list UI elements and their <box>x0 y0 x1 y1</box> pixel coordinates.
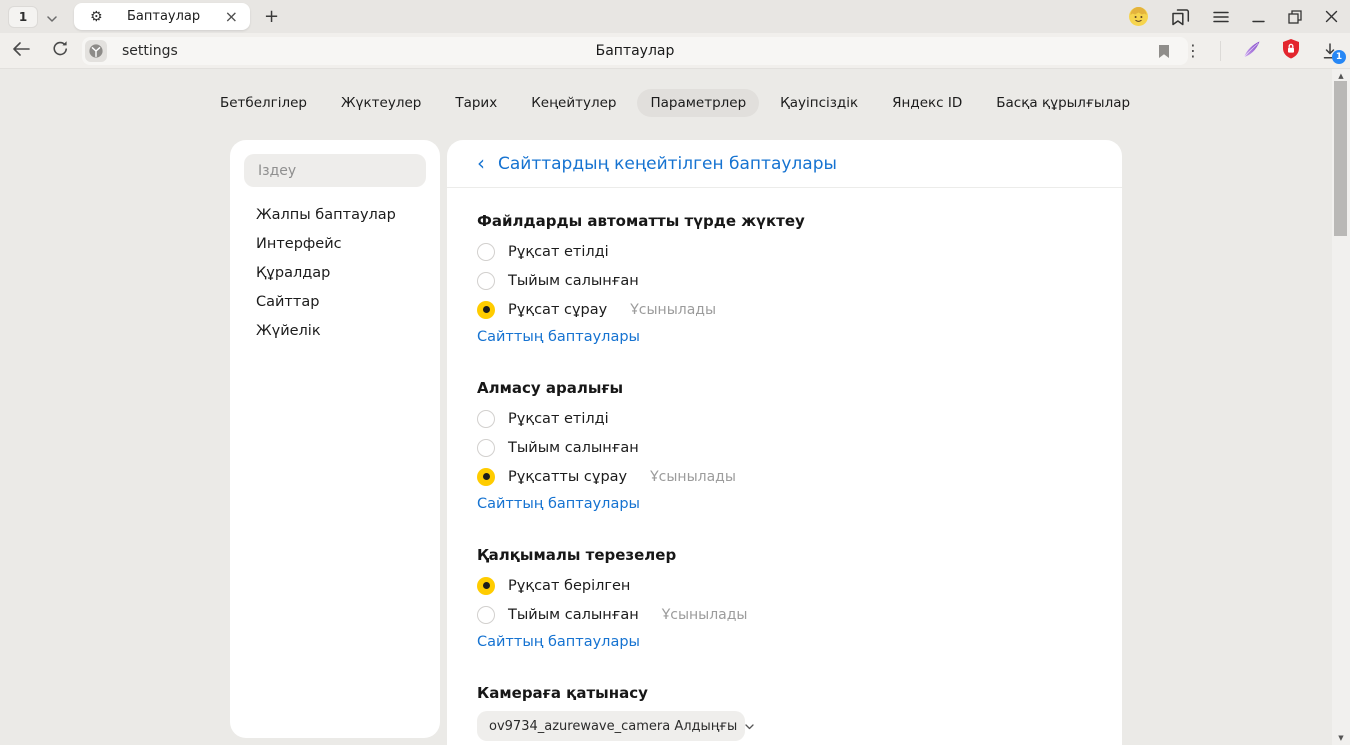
option-label: Рұқсат сұрау <box>508 302 607 318</box>
camera-device-dropdown[interactable]: ov9734_azurewave_camera Алдыңғы <box>477 711 745 741</box>
section-title: Файлдарды автоматты түрде жүктеу <box>477 212 1092 230</box>
bookmark-flag-icon[interactable] <box>1158 44 1170 63</box>
camera-device-value: ov9734_azurewave_camera Алдыңғы <box>489 719 737 734</box>
window-close-button[interactable] <box>1325 10 1338 23</box>
site-settings-link[interactable]: Сайттың баптаулары <box>477 329 640 345</box>
option-label: Тыйым салынған <box>508 273 639 289</box>
sidebar-search-input[interactable] <box>244 154 426 187</box>
option-label: Тыйым салынған <box>508 607 639 623</box>
tab-title: Баптаулар <box>103 9 225 24</box>
radio-unselected-icon[interactable] <box>477 272 495 290</box>
radio-unselected-icon[interactable] <box>477 606 495 624</box>
nav-tab-bookmarks[interactable]: Бетбелгілер <box>207 89 320 117</box>
radio-option[interactable]: Рұқсат сұрау Ұсынылады <box>477 295 1092 324</box>
section-camera-access: Камераға қатынасу ov9734_azurewave_camer… <box>477 684 1092 741</box>
new-tab-button[interactable]: + <box>264 8 279 26</box>
radio-option[interactable]: Тыйым салынған <box>477 433 1092 462</box>
radio-selected-icon[interactable] <box>477 468 495 486</box>
tab-counter-button[interactable]: 1 <box>8 6 38 28</box>
radio-option[interactable]: Рұқсатты сұрау Ұсынылады <box>477 462 1092 491</box>
section-title: Алмасу аралығы <box>477 379 1092 397</box>
address-toolbar: settings Баптаулар ⋮ 1 <box>0 33 1350 69</box>
page-title[interactable]: Сайттардың кеңейтілген баптаулары <box>498 154 837 174</box>
profile-avatar[interactable] <box>1129 7 1148 26</box>
radio-option[interactable]: Рұқсат етілді <box>477 237 1092 266</box>
section-title: Қалқымалы терезелер <box>477 546 1092 564</box>
window-restore-button[interactable] <box>1288 10 1302 24</box>
radio-option[interactable]: Рұқсат етілді <box>477 404 1092 433</box>
settings-nav-tabs: Бетбелгілер Жүктеулер Тарих Кеңейтулер П… <box>0 69 1350 117</box>
sidebar-item-tools[interactable]: Құралдар <box>230 259 440 288</box>
nav-tab-other-devices[interactable]: Басқа құрылғылар <box>983 89 1143 117</box>
back-chevron-icon[interactable]: ‹ <box>477 153 485 175</box>
section-title: Камераға қатынасу <box>477 684 1092 702</box>
extension-feather-icon[interactable] <box>1240 38 1262 64</box>
scroll-down-icon[interactable]: ▼ <box>1332 734 1350 742</box>
option-label: Рұқсатты сұрау <box>508 469 627 485</box>
recommended-note: Ұсынылады <box>662 607 748 623</box>
window-minimize-button[interactable] <box>1252 11 1265 23</box>
settings-sidebar: Жалпы баптаулар Интерфейс Құралдар Сайтт… <box>230 140 440 738</box>
toolbar-divider <box>1220 41 1221 61</box>
tab-bar: 1 ⚙ Баптаулар × + <box>0 0 1350 33</box>
chevron-down-icon <box>47 7 57 26</box>
radio-selected-icon[interactable] <box>477 577 495 595</box>
section-clipboard: Алмасу аралығы Рұқсат етілді Тыйым салын… <box>477 379 1092 512</box>
nav-tab-history[interactable]: Тарих <box>442 89 510 117</box>
advanced-site-settings-panel: ‹ Сайттардың кеңейтілген баптаулары Файл… <box>447 140 1122 745</box>
chevron-down-icon <box>745 719 754 734</box>
nav-tab-security[interactable]: Қауіпсіздік <box>767 89 871 117</box>
section-auto-downloads: Файлдарды автоматты түрде жүктеу Рұқсат … <box>477 212 1092 345</box>
nav-tab-settings[interactable]: Параметрлер <box>637 89 759 117</box>
radio-selected-icon[interactable] <box>477 301 495 319</box>
radio-unselected-icon[interactable] <box>477 243 495 261</box>
sidebar-item-interface[interactable]: Интерфейс <box>230 230 440 259</box>
option-label: Рұқсат етілді <box>508 411 609 427</box>
sidebar-item-general[interactable]: Жалпы баптаулар <box>230 201 440 230</box>
page-title-in-urlbar: Баптаулар <box>82 43 1188 59</box>
page-scrollbar[interactable]: ▲ ▼ <box>1332 69 1350 745</box>
scroll-up-icon[interactable]: ▲ <box>1332 72 1350 80</box>
bookmarks-panel-icon[interactable] <box>1171 8 1190 26</box>
radio-option[interactable]: Тыйым салынған <box>477 266 1092 295</box>
back-button[interactable] <box>12 41 30 60</box>
site-settings-link[interactable]: Сайттың баптаулары <box>477 496 640 512</box>
radio-unselected-icon[interactable] <box>477 439 495 457</box>
back-header[interactable]: ‹ Сайттардың кеңейтілген баптаулары <box>447 140 1122 188</box>
browser-tab-settings[interactable]: ⚙ Баптаулар × <box>74 3 250 30</box>
radio-unselected-icon[interactable] <box>477 410 495 428</box>
recommended-note: Ұсынылады <box>630 302 716 318</box>
scrollbar-thumb[interactable] <box>1334 81 1347 236</box>
nav-tab-yandex-id[interactable]: Яндекс ID <box>879 89 975 117</box>
close-tab-icon[interactable]: × <box>225 9 238 25</box>
recommended-note: Ұсынылады <box>650 469 736 485</box>
section-popups: Қалқымалы терезелер Рұқсат берілген Тыйы… <box>477 546 1092 650</box>
radio-option[interactable]: Тыйым салынған Ұсынылады <box>477 600 1092 629</box>
nav-tab-downloads[interactable]: Жүктеулер <box>328 89 434 117</box>
site-settings-link[interactable]: Сайттың баптаулары <box>477 634 640 650</box>
settings-page: Бетбелгілер Жүктеулер Тарих Кеңейтулер П… <box>0 69 1350 745</box>
menu-hamburger-icon[interactable] <box>1213 11 1229 23</box>
radio-option[interactable]: Рұқсат берілген <box>477 571 1092 600</box>
option-label: Рұқсат етілді <box>508 244 609 260</box>
sidebar-item-system[interactable]: Жүйелік <box>230 317 440 346</box>
tab-list-chevron-button[interactable] <box>38 6 66 28</box>
nav-tab-extensions[interactable]: Кеңейтулер <box>518 89 629 117</box>
protect-shield-icon[interactable] <box>1281 38 1301 64</box>
url-bar[interactable]: settings Баптаулар <box>82 37 1188 65</box>
reload-button[interactable] <box>52 40 69 61</box>
browser-window: 1 ⚙ Баптаулар × + <box>0 0 1350 745</box>
url-text[interactable]: settings <box>122 43 178 59</box>
download-count-badge: 1 <box>1332 50 1346 64</box>
option-label: Тыйым салынған <box>508 440 639 456</box>
gear-icon: ⚙ <box>90 10 103 24</box>
sidebar-item-sites[interactable]: Сайттар <box>230 288 440 317</box>
downloads-button[interactable]: 1 <box>1320 41 1340 61</box>
option-label: Рұқсат берілген <box>508 578 630 594</box>
